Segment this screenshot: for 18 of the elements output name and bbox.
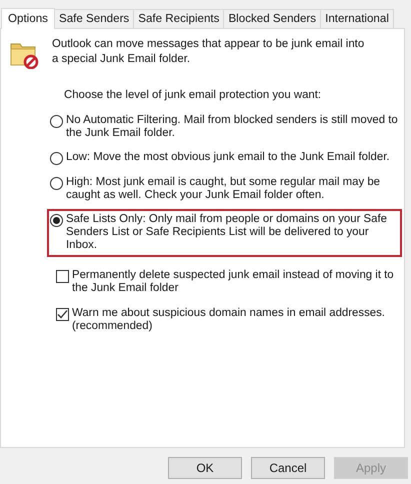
radio-label[interactable]: No Automatic Filtering. Mail from blocked senders is still moved to the Junk Email folder.: [66, 114, 399, 140]
checkbox[interactable]: [56, 308, 69, 321]
intro-text: Outlook can move messages that appear to be junk email into a special Junk Email folder.: [52, 37, 366, 67]
tab[interactable]: Options: [1, 8, 55, 29]
radio-button[interactable]: [50, 177, 63, 190]
dialog-button[interactable]: OK: [168, 457, 242, 479]
radio-label[interactable]: Low: Move the most obvious junk email to the Junk Email folder.: [66, 151, 399, 164]
radio-button[interactable]: [50, 115, 63, 128]
checkbox-label[interactable]: Permanently delete suspected junk email instead of moving it to the Junk Email folder: [72, 269, 394, 295]
radio-label[interactable]: Safe Lists Only: Only mail from people or domains on your Safe Senders List or Safe Recipients List will be delivered to your Inbox.: [66, 213, 399, 252]
radio-button[interactable]: [50, 152, 63, 165]
tab[interactable]: International: [320, 9, 394, 28]
prompt-text: Choose the level of junk email protection you want:: [64, 89, 322, 101]
dialog-button[interactable]: Cancel: [251, 457, 325, 479]
radio-label[interactable]: High: Most junk email is caught, but some regular mail may be caught as well. Check your Junk Email folder often.: [66, 176, 399, 202]
checkbox-label[interactable]: Warn me about suspicious domain names in email addresses. (recommended): [72, 307, 394, 333]
checkbox[interactable]: [56, 270, 69, 283]
radio-button[interactable]: [50, 214, 63, 227]
